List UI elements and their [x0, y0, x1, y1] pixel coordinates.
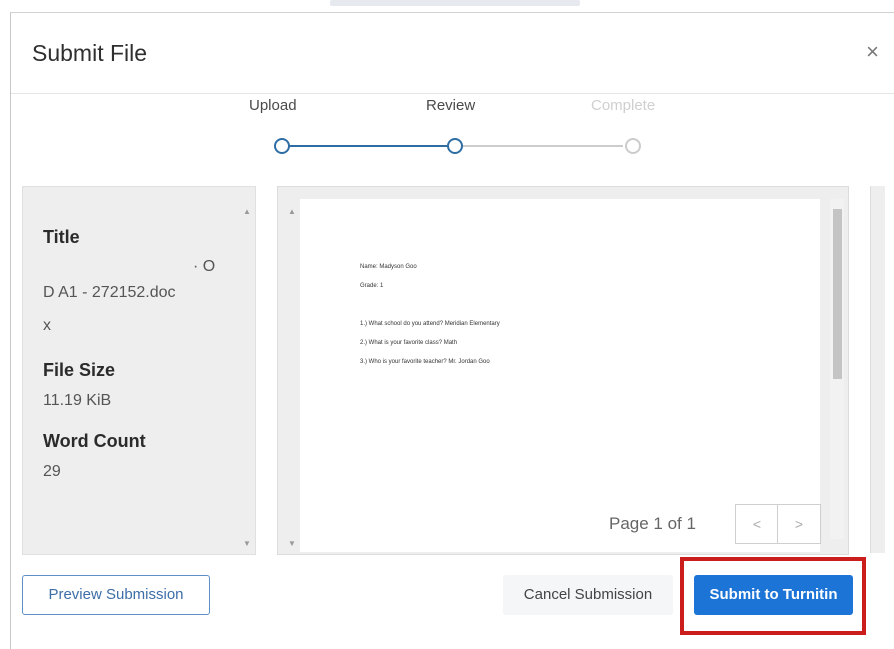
next-page-button[interactable]: > — [777, 504, 821, 544]
scroll-down-icon[interactable]: ▼ — [243, 539, 251, 548]
background-page-content — [330, 0, 580, 6]
dialog-title: Submit File — [32, 40, 148, 66]
step-upload-dot — [274, 138, 290, 154]
step-complete-dot — [625, 138, 641, 154]
title-value-wrap: x — [43, 317, 51, 334]
step-review-dot — [447, 138, 463, 154]
step-complete-label: Complete — [591, 97, 656, 114]
document-line: Name: Madyson Goo — [360, 264, 417, 270]
preview-scroll-down-icon[interactable]: ▼ — [288, 539, 296, 548]
highlight-box — [680, 557, 866, 635]
word-count-label: Word Count — [43, 431, 146, 451]
page-indicator: Page 1 of 1 — [609, 514, 696, 533]
title-label: Title — [43, 227, 80, 247]
word-count-value: 29 — [43, 463, 61, 480]
dialog-header: Submit File × — [11, 13, 894, 94]
close-button[interactable]: × — [866, 41, 879, 63]
step-upload-label: Upload — [249, 97, 297, 114]
prev-page-button[interactable]: < — [735, 504, 779, 544]
step-connector-completed — [287, 145, 448, 147]
step-review-label: Review — [426, 97, 476, 114]
preview-scrollbar[interactable] — [830, 199, 844, 539]
file-size-label: File Size — [43, 360, 116, 380]
scroll-up-icon[interactable]: ▲ — [243, 207, 251, 216]
cancel-submission-button[interactable]: Cancel Submission — [503, 575, 673, 615]
preview-scroll-up-icon[interactable]: ▲ — [288, 207, 296, 216]
document-page: Name: Madyson Goo Grade: 1 1.) What scho… — [300, 199, 820, 552]
document-line: Grade: 1 — [360, 283, 384, 289]
title-value: D A1 - 272152.doc — [43, 284, 176, 301]
document-line: 2.) What is your favorite class? Math — [360, 340, 458, 346]
file-info-panel[interactable]: Title · O D A1 - 272152.doc x File Size … — [22, 186, 256, 555]
right-panel-edge — [870, 186, 885, 553]
document-line: 3.) Who is your favorite teacher? Mr. Jo… — [360, 359, 490, 365]
preview-scrollbar-thumb[interactable] — [833, 209, 842, 379]
document-line: 1.) What school do you attend? Meridian … — [360, 321, 500, 327]
file-size-value: 11.19 KiB — [43, 392, 112, 409]
document-preview-panel[interactable]: ▲ ▼ Name: Madyson Goo Grade: 1 1.) What … — [277, 186, 849, 555]
title-value-fragment: · O — [193, 258, 216, 275]
preview-submission-button[interactable]: Preview Submission — [22, 575, 210, 615]
background-page-strip — [0, 0, 894, 12]
step-connector-pending — [462, 145, 623, 147]
